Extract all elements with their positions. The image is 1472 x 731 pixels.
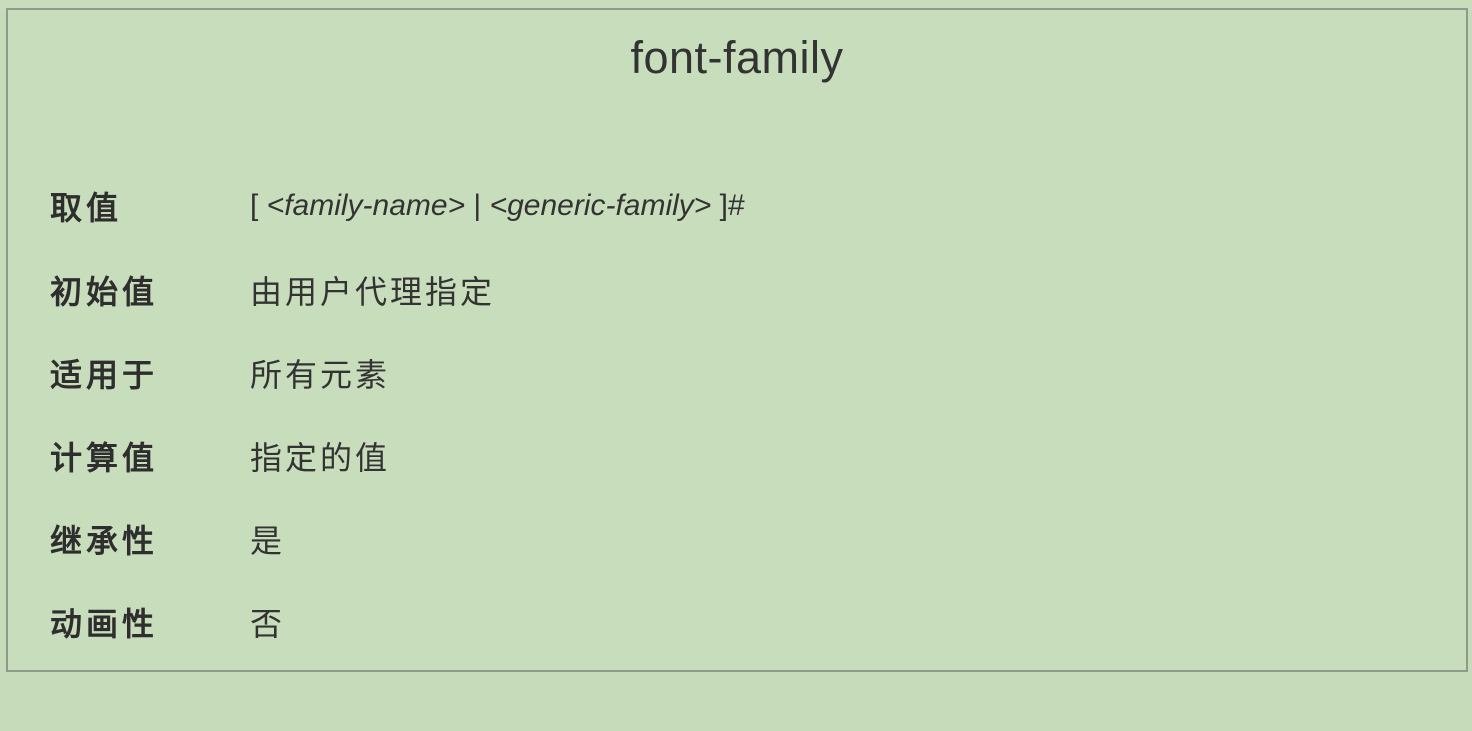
- row-inherited: 继承性 是: [50, 515, 285, 563]
- syntax-separator: |: [465, 189, 490, 222]
- row-value: 指定的值: [250, 439, 391, 477]
- row-initial: 初始值 由用户代理指定: [50, 266, 495, 314]
- row-applies-to: 适用于 所有元素: [50, 349, 390, 397]
- row-animatable: 动画性 否: [50, 598, 285, 646]
- row-value: 否: [250, 605, 286, 643]
- syntax-family-name: <family-name>: [266, 189, 466, 222]
- row-values: 取值 [ <family-name> | <generic-family> ]#: [50, 182, 745, 230]
- row-label: 适用于: [50, 356, 159, 394]
- row-value: 是: [250, 522, 286, 560]
- syntax-close-bracket: ]#: [711, 189, 745, 222]
- property-definition-box: font-family 取值 [ <family-name> | <generi…: [6, 8, 1468, 672]
- row-label: 取值: [50, 189, 123, 227]
- syntax-generic-family: <generic-family>: [489, 189, 712, 222]
- syntax-value: [ <family-name> | <generic-family> ]#: [250, 189, 745, 223]
- row-value: 所有元素: [250, 356, 391, 394]
- row-label: 计算值: [50, 439, 159, 477]
- row-label: 初始值: [50, 273, 159, 311]
- row-value: 由用户代理指定: [250, 273, 496, 311]
- row-computed: 计算值 指定的值: [50, 432, 390, 480]
- row-label: 继承性: [50, 522, 159, 560]
- property-title: font-family: [630, 32, 844, 83]
- syntax-open-bracket: [: [250, 189, 267, 222]
- row-label: 动画性: [50, 605, 159, 643]
